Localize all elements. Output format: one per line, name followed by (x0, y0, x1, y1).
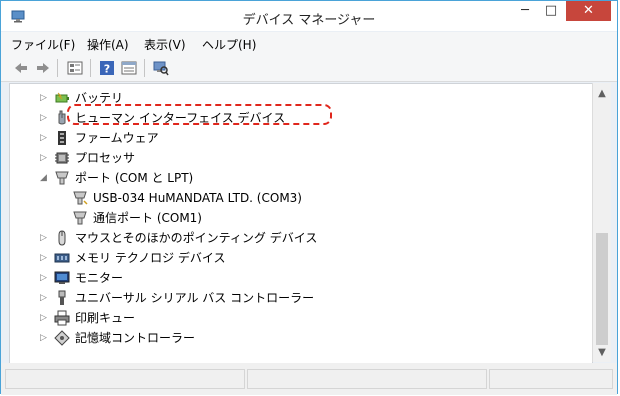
device-view-icon[interactable] (67, 60, 83, 76)
tree-item-memory[interactable]: ▷ メモリ テクノロジ デバイス (10, 248, 590, 268)
svg-text:?: ? (104, 63, 110, 76)
expand-arrow[interactable]: ▷ (40, 288, 50, 308)
monitor-icon (54, 271, 70, 284)
vertical-scrollbar[interactable]: ▲ ▼ (592, 83, 611, 362)
tree-item-storage-controllers[interactable]: ▷ 記憶域コントローラー (10, 328, 590, 348)
expand-arrow[interactable]: ▷ (40, 228, 50, 248)
status-pane (489, 369, 613, 389)
battery-icon (55, 92, 69, 103)
tree-item-mice[interactable]: ▷ マウスとそのほかのポインティング デバイス (10, 228, 590, 248)
tree-item-label: ユニバーサル シリアル バス コントローラー (75, 291, 315, 305)
maximize-button[interactable]: □ (538, 1, 564, 21)
toolbar-separator (90, 59, 91, 77)
back-icon[interactable] (13, 60, 29, 76)
tree-item-label: USB-034 HuMANDATA LTD. (COM3) (93, 191, 302, 205)
expand-arrow[interactable]: ▷ (40, 128, 50, 148)
toolbar: ? (1, 54, 617, 82)
expand-arrow[interactable]: ▷ (40, 328, 50, 348)
menu-view[interactable]: 表示(V) (144, 36, 186, 53)
help-icon[interactable]: ? (99, 60, 115, 76)
menu-action[interactable]: 操作(A) (87, 36, 129, 53)
status-bar (1, 363, 617, 395)
tree-item-com1[interactable]: 通信ポート (COM1) (10, 208, 590, 228)
scan-hardware-icon[interactable] (153, 60, 169, 76)
close-button[interactable]: ✕ (566, 1, 611, 21)
tree-item-print-queues[interactable]: ▷ 印刷キュー (10, 308, 590, 328)
scroll-thumb[interactable] (596, 233, 608, 345)
expand-arrow[interactable]: ▷ (40, 148, 50, 168)
tree-item-label: 印刷キュー (75, 311, 136, 325)
expand-arrow[interactable]: ▷ (40, 268, 50, 288)
menu-file[interactable]: ファイル(F) (11, 36, 75, 53)
tree-item-usb-controllers[interactable]: ▷ ユニバーサル シリアル バス コントローラー (10, 288, 590, 308)
toolbar-separator (144, 59, 145, 77)
firmware-icon (58, 131, 66, 145)
forward-icon[interactable] (35, 60, 51, 76)
tree-item-label: ファームウェア (75, 131, 159, 145)
expand-arrow[interactable]: ▷ (40, 248, 50, 268)
title-bar[interactable]: デバイス マネージャー ─ □ ✕ (1, 1, 617, 31)
properties-icon[interactable] (121, 60, 137, 76)
tree-item-label: モニター (75, 271, 124, 285)
expand-arrow[interactable]: ▷ (40, 108, 50, 128)
scroll-up-button[interactable]: ▲ (593, 85, 611, 102)
port-icon (55, 171, 69, 185)
usb-icon (58, 290, 66, 305)
status-pane (247, 369, 487, 389)
mouse-icon (58, 230, 66, 246)
scroll-down-button[interactable]: ▼ (593, 344, 611, 361)
tree-item-label: マウスとそのほかのポインティング デバイス (75, 231, 318, 245)
menu-help[interactable]: ヘルプ(H) (202, 36, 256, 53)
tree-item-label: メモリ テクノロジ デバイス (75, 251, 226, 265)
port-icon (73, 191, 88, 205)
toolbar-separator (57, 59, 58, 77)
device-tree[interactable]: ▷ バッテリ ▷ ヒューマン インターフェイス デバイス ▷ ファームウェア ▷… (9, 83, 593, 364)
device-manager-window: デバイス マネージャー ─ □ ✕ ファイル(F) 操作(A) 表示(V) ヘル… (0, 0, 618, 395)
printer-icon (54, 310, 70, 326)
tree-item-label: 記憶域コントローラー (75, 331, 196, 345)
storage-icon (54, 330, 70, 346)
tree-item-processor[interactable]: ▷ プロセッサ (10, 148, 590, 168)
tree-item-label: プロセッサ (75, 151, 136, 165)
memory-icon (54, 253, 70, 263)
minimize-button[interactable]: ─ (512, 1, 538, 21)
tree-item-label: 通信ポート (COM1) (93, 211, 202, 225)
tree-item-ports[interactable]: ◢ ポート (COM と LPT) (10, 168, 590, 188)
status-pane (5, 369, 245, 389)
expand-arrow[interactable]: ▷ (40, 88, 50, 108)
menu-bar: ファイル(F) 操作(A) 表示(V) ヘルプ(H) (1, 32, 617, 54)
processor-icon (55, 152, 69, 164)
tree-item-label: ポート (COM と LPT) (75, 171, 194, 185)
expand-arrow[interactable]: ▷ (40, 308, 50, 328)
tree-item-firmware[interactable]: ▷ ファームウェア (10, 128, 590, 148)
tree-item-usb-034[interactable]: USB-034 HuMANDATA LTD. (COM3) (10, 188, 590, 208)
tree-item-monitors[interactable]: ▷ モニター (10, 268, 590, 288)
port-icon (73, 211, 87, 225)
highlight-annotation (67, 104, 332, 125)
collapse-arrow[interactable]: ◢ (40, 168, 50, 188)
